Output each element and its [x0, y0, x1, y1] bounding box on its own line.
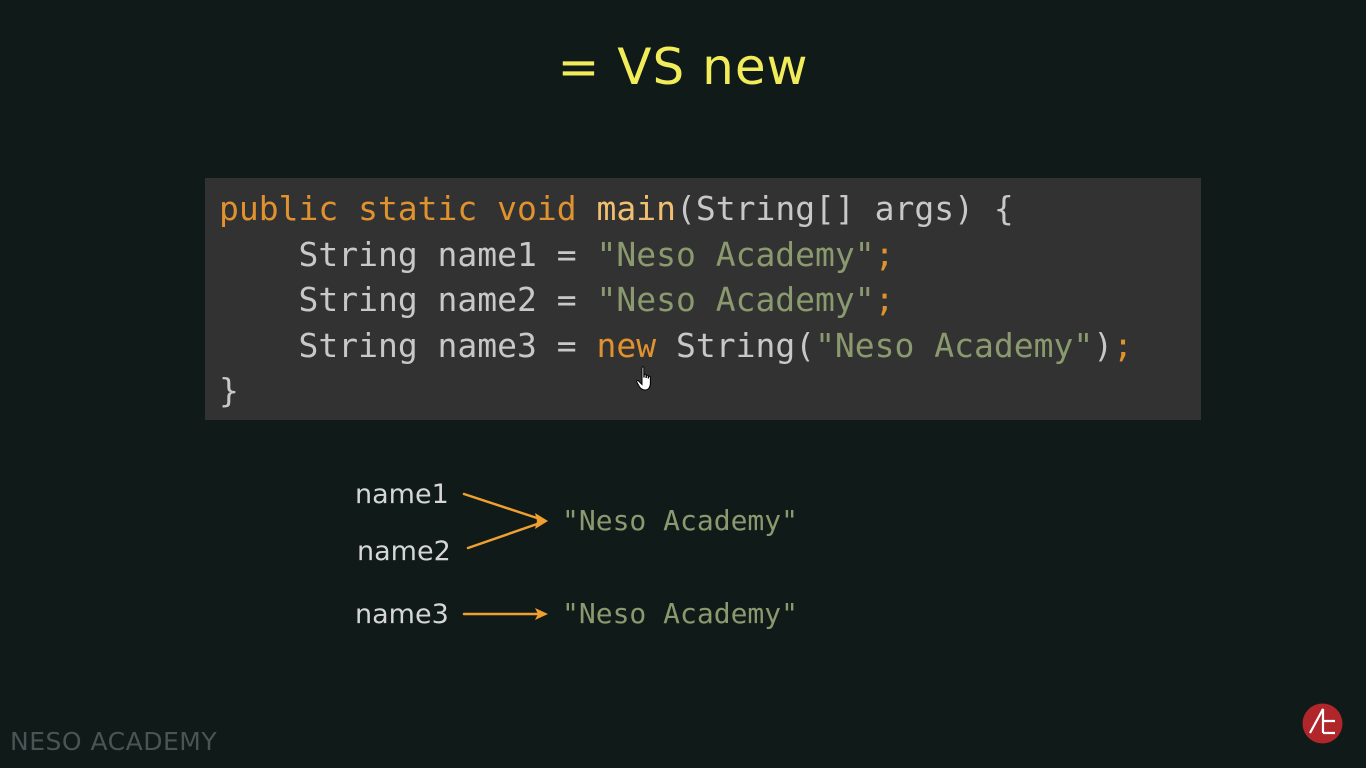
code-semicolon: ;: [874, 234, 895, 274]
diagram-label-name3: name3: [355, 599, 449, 630]
code-line-1: public static void main(String[] args) {: [219, 186, 1201, 232]
arrowhead-shared: [535, 513, 548, 529]
code-declaration: String name1 =: [298, 234, 597, 274]
code-params: (String[] args) {: [675, 189, 1014, 228]
watermark: NESO ACADEMY: [10, 727, 218, 756]
code-semicolon: ;: [1113, 325, 1133, 365]
code-line-4: String name3 = new String("Neso Academy"…: [219, 323, 1201, 369]
diagram-string-pool-value: "Neso Academy": [562, 504, 799, 537]
hand-pointer-icon: [636, 366, 651, 391]
arrow-name1: [462, 492, 542, 521]
code-closing-brace: }: [219, 371, 239, 410]
diagram-label-name2: name2: [357, 536, 451, 567]
code-constructor: String(: [656, 325, 816, 365]
code-line-2: String name1 = "Neso Academy";: [219, 232, 1201, 278]
code-keywords: public static void: [219, 189, 597, 228]
code-string-literal: "Neso Academy": [596, 280, 875, 319]
arrowhead-name3: [535, 608, 548, 620]
code-semicolon: ;: [874, 280, 895, 319]
diagram-heap-value: "Neso Academy": [562, 597, 799, 630]
code-line-5: }: [219, 368, 1201, 414]
code-block: public static void main(String[] args) {…: [205, 178, 1201, 420]
code-method-name: main: [596, 189, 676, 228]
slide-title: = VS new: [557, 38, 809, 96]
code-line-3: String name2 = "Neso Academy";: [219, 277, 1201, 323]
code-declaration: String name2 =: [298, 280, 597, 319]
code-string-literal: "Neso Academy": [596, 234, 875, 274]
code-declaration: String name3 =: [298, 325, 597, 365]
code-close-paren: ): [1093, 325, 1114, 365]
diagram-label-name1: name1: [355, 479, 449, 510]
code-new-keyword: new: [596, 325, 657, 365]
arrow-name2: [466, 521, 542, 550]
code-string-literal: "Neso Academy": [815, 325, 1094, 365]
neso-academy-logo-icon: [1302, 703, 1343, 744]
